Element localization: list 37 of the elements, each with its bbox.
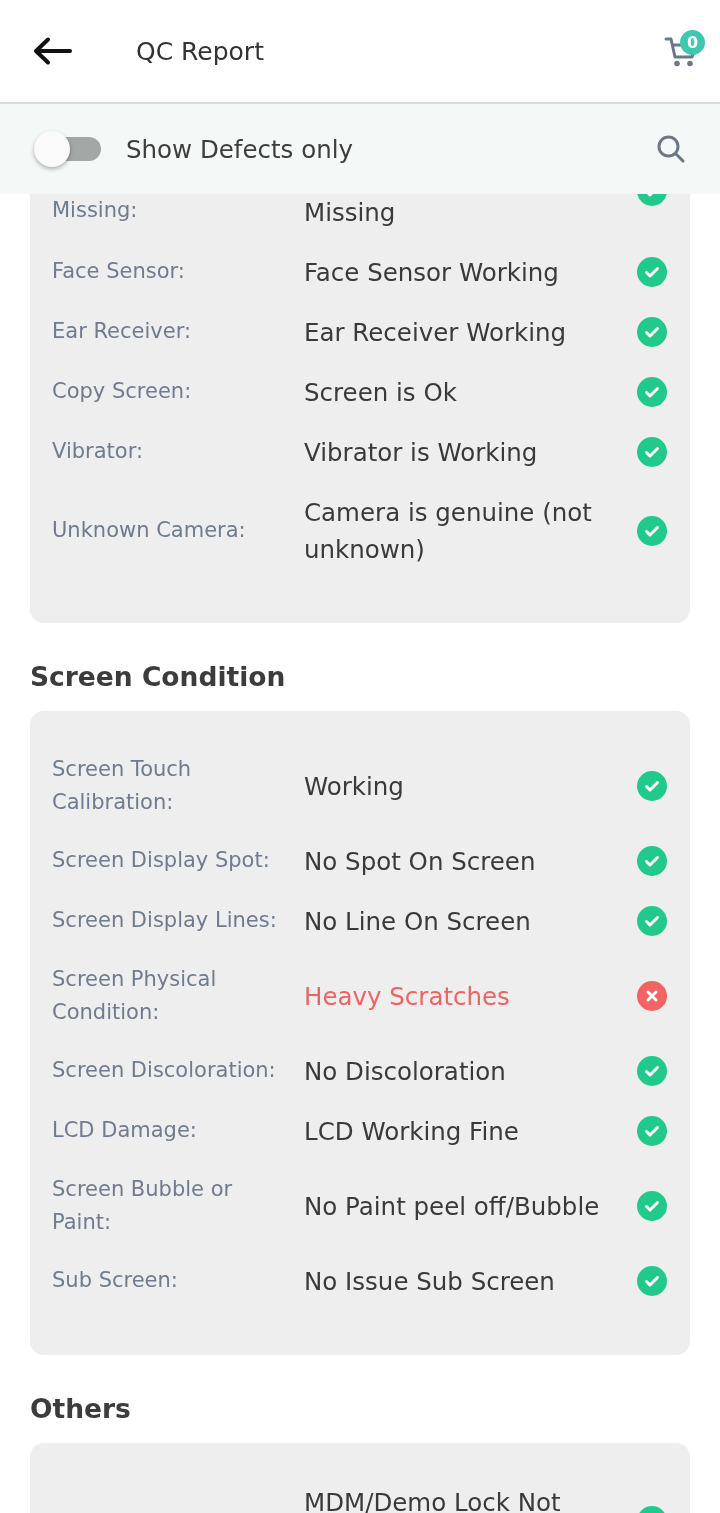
row-value: MDM/Demo Lock Not — [304, 1493, 562, 1513]
row-value: Camera is genuine (not unknown) — [304, 496, 593, 566]
row-label: Missing: — [52, 197, 139, 224]
row-value: No Discoloration — [304, 1055, 507, 1088]
screen-title: QC Report — [136, 36, 264, 66]
row-value: Missing — [304, 197, 397, 229]
filter-label: Show Defects only — [126, 134, 353, 164]
row-label: LCD Damage: — [52, 1117, 198, 1145]
back-arrow-icon[interactable] — [32, 36, 72, 66]
row-label: Unknown Camera: — [52, 516, 247, 544]
section-heading: Others — [30, 1392, 132, 1426]
row-label: Vibrator: — [52, 438, 144, 466]
row-value: No Paint peel off/Bubble — [304, 1190, 601, 1223]
section-heading: Screen Condition — [30, 660, 287, 694]
row-label: Screen Physical Condition: — [52, 965, 218, 1026]
row-label: Screen Bubble or Paint: — [52, 1175, 234, 1236]
row-label: Ear Receiver: — [52, 318, 192, 346]
row-value: No Spot On Screen — [304, 845, 537, 878]
cart-count-badge: 0 — [680, 30, 705, 55]
row-value: Face Sensor Working — [304, 256, 560, 289]
row-label: Copy Screen: — [52, 378, 193, 406]
row-label: Sub Screen: — [52, 1267, 179, 1295]
row-value: Screen is Ok — [304, 376, 458, 409]
row-label: Screen Discoloration: — [52, 1057, 277, 1085]
row-value: Working — [304, 770, 405, 803]
row-label: Screen Touch Calibration: — [52, 755, 193, 816]
row-label: Face Sensor: — [52, 258, 186, 286]
toggle-switch[interactable] — [34, 131, 101, 167]
row-value: No Issue Sub Screen — [304, 1265, 556, 1298]
row-label: Screen Display Spot: — [52, 847, 271, 875]
row-value: Ear Receiver Working — [304, 316, 568, 349]
row-value: No Line On Screen — [304, 905, 532, 938]
row-value: Vibrator is Working — [304, 436, 539, 469]
search-icon[interactable] — [656, 134, 686, 164]
row-value: LCD Working Fine — [304, 1115, 520, 1148]
row-value: Heavy Scratches — [304, 980, 511, 1013]
row-label: Screen Display Lines: — [52, 907, 278, 935]
